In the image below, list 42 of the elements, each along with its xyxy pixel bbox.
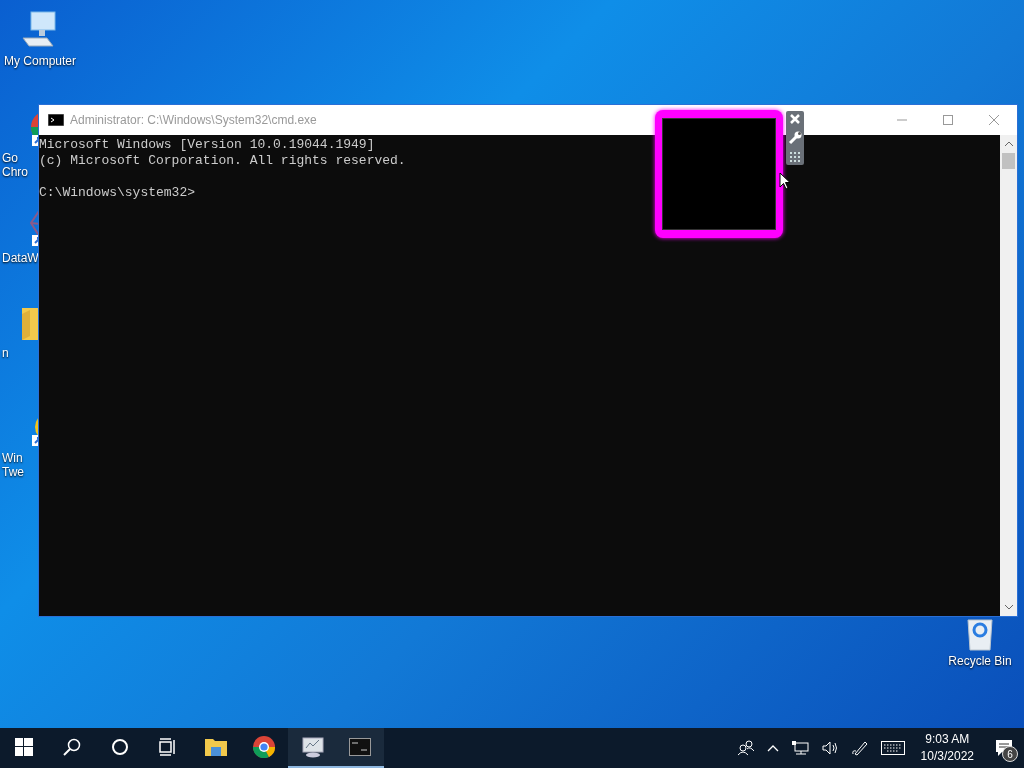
console-icon (48, 114, 64, 126)
mouse-cursor (779, 172, 791, 190)
console-line: (c) Microsoft Corporation. All rights reserved. (39, 153, 406, 169)
maximize-icon (943, 115, 953, 125)
console-line: Microsoft Windows [Version 10.0.19044.1949] (39, 137, 375, 153)
task-view-icon (159, 738, 177, 756)
scroll-up-icon[interactable] (1004, 141, 1013, 147)
pen-icon (850, 740, 869, 756)
windows-logo-icon (15, 738, 33, 756)
close-icon[interactable] (789, 113, 801, 125)
monitor-chart-icon (300, 736, 324, 758)
desktop-icon-label: n (1, 346, 9, 360)
speaker-icon (820, 740, 839, 756)
desktop-icon-label: My Computer (3, 54, 76, 68)
clock-date: 10/3/2022 (920, 748, 974, 765)
people-icon (736, 740, 755, 756)
clock[interactable]: 9:03 AM 10/3/2022 (910, 731, 984, 765)
magnifier-lens[interactable] (655, 110, 783, 238)
desktop-icon-label: Go Chro (1, 151, 28, 179)
circle-icon (111, 738, 129, 756)
desktop-icon-label: DataW (1, 251, 39, 265)
network-icon (790, 740, 809, 756)
console-button[interactable] (336, 728, 384, 768)
keyboard-icon (880, 741, 905, 755)
search-icon (63, 738, 81, 756)
scrollbar[interactable] (1000, 135, 1017, 616)
scroll-down-icon[interactable] (1004, 604, 1013, 610)
notification-count-badge: 6 (1002, 746, 1018, 762)
folder-icon (205, 737, 227, 757)
console-icon (349, 738, 371, 756)
close-icon (989, 115, 999, 125)
window-title: Administrator: C:\Windows\System32\cmd.exe (70, 113, 317, 127)
desktop-icon-label: Recycle Bin (948, 654, 1012, 668)
monitor-app-button[interactable] (288, 728, 336, 768)
clock-time: 9:03 AM (925, 731, 970, 748)
grip-icon[interactable] (789, 151, 801, 163)
scroll-thumb[interactable] (1002, 153, 1015, 169)
wrench-icon[interactable] (788, 131, 802, 145)
chevron-up-icon (766, 744, 779, 752)
console-prompt: C:\Windows\system32> (39, 185, 196, 201)
desktop-icon-label: Win Twe (1, 451, 24, 479)
chrome-icon (253, 736, 275, 758)
